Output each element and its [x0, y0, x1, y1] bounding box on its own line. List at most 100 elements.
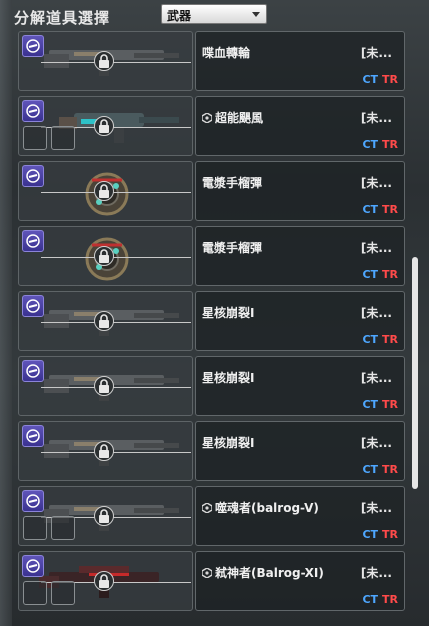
lock-icon — [94, 441, 114, 461]
item-name-text: 星核崩裂Ⅰ — [202, 436, 255, 450]
item-thumbnail[interactable] — [18, 486, 193, 546]
gem-slot[interactable] — [51, 516, 75, 540]
category-filter-dropdown[interactable]: 武器 — [161, 4, 267, 24]
divider — [41, 192, 191, 193]
gem-slot[interactable] — [23, 581, 47, 605]
weapon-type-icon — [22, 555, 44, 577]
team-ct-label: CT — [362, 593, 379, 606]
team-tr-label: TR — [382, 203, 398, 216]
team-tr-label: TR — [382, 138, 398, 151]
enhance-gem-icon — [202, 566, 215, 580]
team-badge: CT TR — [362, 528, 398, 541]
list-item[interactable]: 超能颶風 [未... CT TR — [18, 96, 406, 156]
item-status: [未... — [360, 306, 392, 320]
item-thumbnail[interactable] — [18, 161, 193, 221]
gem-slot[interactable] — [23, 126, 47, 150]
item-info[interactable]: 弒神者(Balrog-XI) [未... CT TR — [195, 551, 405, 611]
list-item[interactable]: 星核崩裂Ⅰ [未... CT TR — [18, 421, 406, 481]
team-badge: CT TR — [362, 268, 398, 281]
item-name-text: 噬魂者(balrog-V) — [215, 501, 319, 515]
weapon-type-icon — [22, 35, 44, 57]
team-tr-label: TR — [382, 268, 398, 281]
category-filter-value: 武器 — [167, 9, 192, 23]
item-thumbnail[interactable] — [18, 226, 193, 286]
team-badge: CT TR — [362, 203, 398, 216]
item-info[interactable]: 喋血轉輪 [未... CT TR — [195, 31, 405, 91]
team-badge: CT TR — [362, 463, 398, 476]
item-status: [未... — [360, 241, 392, 255]
item-info[interactable]: 星核崩裂Ⅰ [未... CT TR — [195, 356, 405, 416]
team-ct-label: CT — [362, 138, 379, 151]
item-info[interactable]: 電漿手榴彈 [未... CT TR — [195, 161, 405, 221]
item-name-text: 超能颶風 — [215, 111, 264, 125]
list-item[interactable]: 喋血轉輪 [未... CT TR — [18, 31, 406, 91]
lock-icon — [94, 181, 114, 201]
team-badge: CT TR — [362, 593, 398, 606]
item-thumbnail[interactable] — [18, 96, 193, 156]
team-tr-label: TR — [382, 528, 398, 541]
item-thumbnail[interactable] — [18, 291, 193, 351]
weapon-type-icon — [22, 490, 44, 512]
item-status: [未... — [360, 566, 392, 580]
list-item[interactable]: 星核崩裂Ⅰ [未... CT TR — [18, 356, 406, 416]
item-name: 超能颶風 — [202, 109, 263, 126]
lock-icon — [94, 311, 114, 331]
weapon-type-icon — [22, 425, 44, 447]
item-status: [未... — [360, 501, 392, 515]
item-info[interactable]: 超能颶風 [未... CT TR — [195, 96, 405, 156]
item-thumbnail[interactable] — [18, 421, 193, 481]
list-item[interactable]: 星核崩裂Ⅰ [未... CT TR — [18, 291, 406, 351]
item-name-text: 喋血轉輪 — [202, 46, 251, 60]
item-name-text: 電漿手榴彈 — [202, 241, 263, 255]
team-ct-label: CT — [362, 203, 379, 216]
item-thumbnail[interactable] — [18, 31, 193, 91]
item-thumbnail[interactable] — [18, 356, 193, 416]
list-item[interactable]: 電漿手榴彈 [未... CT TR — [18, 161, 406, 221]
team-ct-label: CT — [362, 398, 379, 411]
team-tr-label: TR — [382, 463, 398, 476]
item-info[interactable]: 電漿手榴彈 [未... CT TR — [195, 226, 405, 286]
gem-slot[interactable] — [23, 516, 47, 540]
gem-slot[interactable] — [51, 126, 75, 150]
item-list[interactable]: 喋血轉輪 [未... CT TR 超能颶風 [未... CT TR 電漿手榴彈 [未... CT TR… — [18, 31, 406, 626]
item-name-text: 弒神者(Balrog-XI) — [215, 566, 324, 580]
team-tr-label: TR — [382, 73, 398, 86]
item-name: 噬魂者(balrog-V) — [202, 499, 319, 516]
scrollbar-thumb[interactable] — [412, 257, 418, 489]
enhance-gem-icon — [202, 501, 215, 515]
item-info[interactable]: 星核崩裂Ⅰ [未... CT TR — [195, 421, 405, 481]
list-item[interactable]: 噬魂者(balrog-V) [未... CT TR — [18, 486, 406, 546]
divider — [41, 452, 191, 453]
weapon-type-icon — [22, 165, 44, 187]
item-thumbnail[interactable] — [18, 551, 193, 611]
list-item[interactable]: 電漿手榴彈 [未... CT TR — [18, 226, 406, 286]
team-badge: CT TR — [362, 138, 398, 151]
weapon-type-icon — [22, 100, 44, 122]
lock-icon — [94, 246, 114, 266]
weapon-type-icon — [22, 230, 44, 252]
divider — [41, 387, 191, 388]
team-tr-label: TR — [382, 333, 398, 346]
item-name: 星核崩裂Ⅰ — [202, 369, 254, 386]
gem-slot[interactable] — [51, 581, 75, 605]
list-item[interactable]: 弒神者(Balrog-XI) [未... CT TR — [18, 551, 406, 611]
item-name: 電漿手榴彈 — [202, 239, 262, 256]
team-ct-label: CT — [362, 73, 379, 86]
chevron-down-icon — [252, 12, 260, 17]
item-name-text: 電漿手榴彈 — [202, 176, 263, 190]
team-tr-label: TR — [382, 398, 398, 411]
header: 分解道具選擇 武器 — [0, 0, 429, 30]
item-name: 電漿手榴彈 — [202, 174, 262, 191]
enhance-gem-icon — [202, 111, 215, 125]
item-status: [未... — [360, 176, 392, 190]
team-tr-label: TR — [382, 593, 398, 606]
item-name-text: 星核崩裂Ⅰ — [202, 306, 255, 320]
item-status: [未... — [360, 111, 392, 125]
team-ct-label: CT — [362, 333, 379, 346]
item-name-text: 星核崩裂Ⅰ — [202, 371, 255, 385]
item-info[interactable]: 噬魂者(balrog-V) [未... CT TR — [195, 486, 405, 546]
item-status: [未... — [360, 46, 392, 60]
divider — [41, 322, 191, 323]
weapon-type-icon — [22, 360, 44, 382]
item-info[interactable]: 星核崩裂Ⅰ [未... CT TR — [195, 291, 405, 351]
